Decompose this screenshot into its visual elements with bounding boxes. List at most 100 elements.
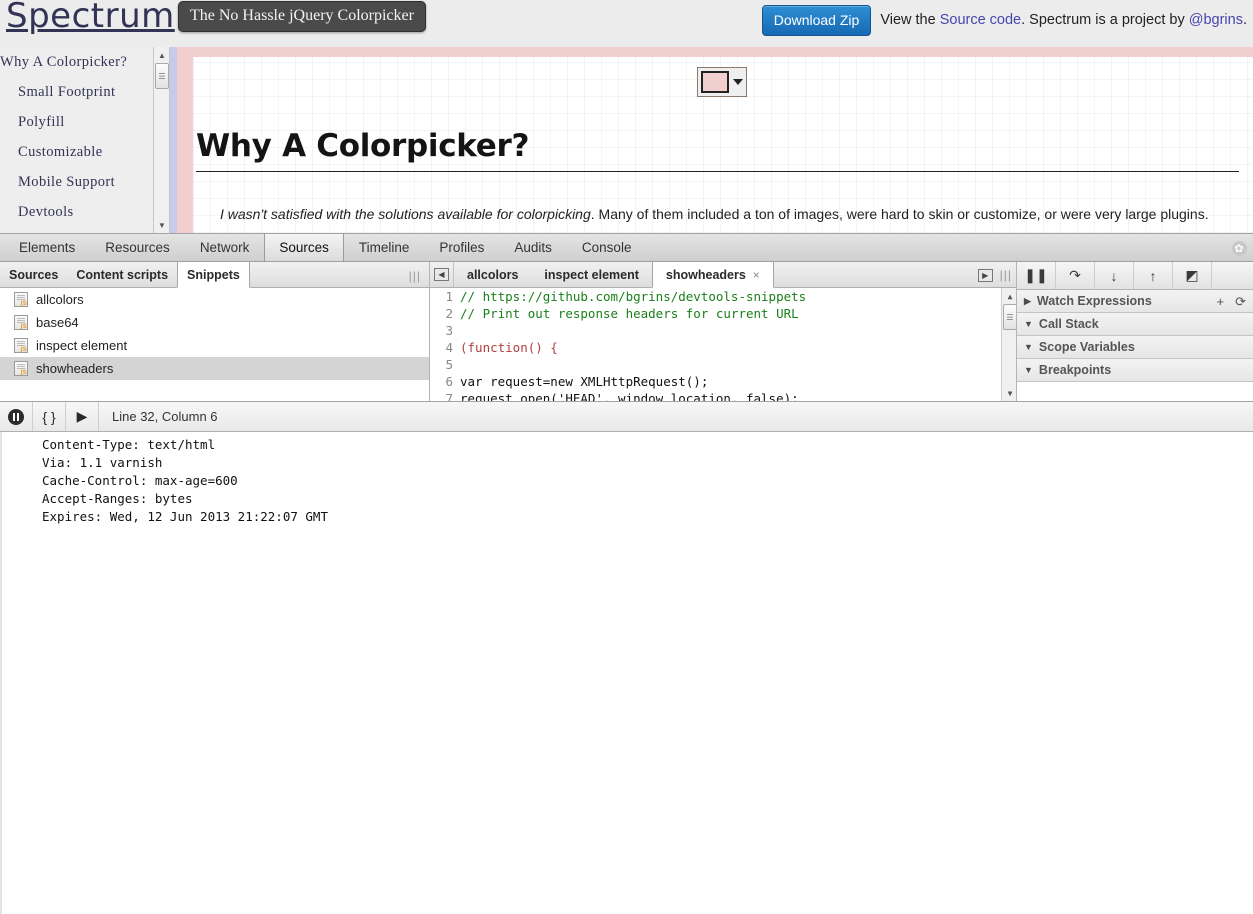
section-label: Watch Expressions <box>1036 294 1152 308</box>
scroll-up-arrow-icon[interactable]: ▲ <box>1002 288 1016 304</box>
devtools-settings-area[interactable]: ✿ <box>1227 234 1251 262</box>
line-number: 7 <box>445 391 453 401</box>
download-zip-button[interactable]: Download Zip <box>761 4 872 36</box>
bgrins-link[interactable]: @bgrins <box>1189 12 1243 28</box>
snippet-item-allcolors[interactable]: allcolors <box>0 288 429 311</box>
line-number: 3 <box>445 323 453 338</box>
editor-tabbar-actions: ▶ ||| <box>977 262 1012 288</box>
color-preview-swatch <box>701 71 729 93</box>
section-call-stack[interactable]: ▼ Call Stack <box>1017 313 1253 336</box>
sidebar-item-customizable[interactable]: Customizable <box>0 137 152 167</box>
chevron-down-icon: ▼ <box>1024 319 1033 329</box>
editor-status-bar: { } ▶ Line 32, Column 6 <box>0 402 1253 432</box>
cursor-position-label: Line 32, Column 6 <box>112 409 218 424</box>
debugger-sidebar: ❚❚ ↷ ↓ ↑ ◩ ▶ Watch Expressions + ⟳ ▼ Cal… <box>1017 262 1253 401</box>
subtab-snippets[interactable]: Snippets <box>177 262 250 288</box>
tab-timeline[interactable]: Timeline <box>344 234 425 261</box>
scrollbar-thumb[interactable]: ☰ <box>155 63 169 89</box>
pause-on-exceptions-icon[interactable] <box>0 402 33 431</box>
deactivate-breakpoints-icon[interactable]: ◩ <box>1173 262 1212 289</box>
snippet-label: inspect element <box>36 338 128 353</box>
tab-profiles[interactable]: Profiles <box>424 234 499 261</box>
pause-icon[interactable]: ❚❚ <box>1017 262 1056 289</box>
header-note-suffix: . <box>1242 12 1247 28</box>
line-number: 2 <box>445 306 453 321</box>
sidebar-item-mobile-support[interactable]: Mobile Support <box>0 167 152 197</box>
code-line: 5 <box>430 356 1016 373</box>
colorpicker-swatch-button[interactable] <box>697 67 747 97</box>
code-editor-content[interactable]: 1 // https://github.com/bgrins/devtools-s… <box>430 288 1016 401</box>
header-note-prefix: View the <box>880 12 940 28</box>
section-label: Call Stack <box>1038 317 1099 331</box>
editor-tab-inspect-element[interactable]: inspect element <box>531 262 651 287</box>
resize-grip-icon[interactable]: ||| <box>409 269 421 283</box>
header-actions: Download Zip View the Source code. Spect… <box>761 0 1247 40</box>
tab-audits[interactable]: Audits <box>499 234 567 261</box>
tab-network[interactable]: Network <box>185 234 265 261</box>
tab-sources[interactable]: Sources <box>264 234 344 261</box>
section-scope-variables[interactable]: ▼ Scope Variables <box>1017 336 1253 359</box>
sidebar-item-polyfill[interactable]: Polyfill <box>0 107 152 137</box>
add-watch-icon[interactable]: + <box>1217 294 1225 309</box>
code-line: 4 (function() { <box>430 339 1016 356</box>
refresh-icon[interactable]: ⟳ <box>1235 294 1246 310</box>
page-scrollbar[interactable]: ▲ ☰ ▼ <box>153 47 170 233</box>
snippet-item-base64[interactable]: base64 <box>0 311 429 334</box>
tab-console[interactable]: Console <box>567 234 647 261</box>
step-into-icon[interactable]: ↓ <box>1095 262 1134 289</box>
editor-tab-label: allcolors <box>467 267 519 282</box>
page-left-accent-strip <box>170 47 177 233</box>
source-code-link[interactable]: Source code <box>940 12 1021 28</box>
debugger-toolbar: ❚❚ ↷ ↓ ↑ ◩ <box>1017 262 1253 290</box>
snippet-item-inspect-element[interactable]: inspect element <box>0 334 429 357</box>
editor-tab-showheaders[interactable]: showheaders × <box>651 262 774 288</box>
scrollbar-thumb[interactable]: ☰ <box>1003 304 1016 330</box>
snippet-list: allcolors base64 inspect element showhea… <box>0 288 429 401</box>
tab-resources[interactable]: Resources <box>90 234 185 261</box>
tagline-bubble: The No Hassle jQuery Colorpicker <box>178 1 426 32</box>
javascript-file-icon <box>14 315 28 330</box>
sidebar-item-devtools[interactable]: Devtools <box>0 197 152 227</box>
step-out-icon[interactable]: ↑ <box>1134 262 1173 289</box>
editor-scrollbar[interactable]: ▲ ☰ ▼ <box>1001 288 1016 401</box>
gear-icon[interactable]: ✿ <box>1231 240 1247 256</box>
scroll-up-arrow-icon[interactable]: ▲ <box>154 47 170 63</box>
scroll-down-arrow-icon[interactable]: ▼ <box>1002 385 1016 401</box>
sidebar-item-why-a-colorpicker[interactable]: Why A Colorpicker? <box>0 47 152 77</box>
section-breakpoints[interactable]: ▼ Breakpoints <box>1017 359 1253 382</box>
line-number: 4 <box>445 340 453 355</box>
console-line: Cache-Control: max-age=600 <box>42 473 238 488</box>
console-message: Via: 1.1 varnish <box>2 454 1253 472</box>
snippet-label: allcolors <box>36 292 84 307</box>
run-snippet-icon[interactable]: ▶ <box>66 402 99 431</box>
snippet-label: base64 <box>36 315 79 330</box>
tabs-scroll-left-button[interactable]: ◀ <box>430 262 454 287</box>
section-watch-expressions[interactable]: ▶ Watch Expressions + ⟳ <box>1017 290 1253 313</box>
subtab-content-scripts[interactable]: Content scripts <box>67 262 177 287</box>
resize-grip-icon[interactable]: ||| <box>1000 268 1012 282</box>
step-over-icon[interactable]: ↷ <box>1056 262 1095 289</box>
console-line: Expires: Wed, 12 Jun 2013 21:22:07 GMT <box>42 509 328 524</box>
console-output: Content-Type: text/html Via: 1.1 varnish… <box>0 432 1253 914</box>
snippet-item-showheaders[interactable]: showheaders <box>0 357 429 380</box>
subtab-sources[interactable]: Sources <box>0 262 67 287</box>
scroll-down-arrow-icon[interactable]: ▼ <box>154 217 170 233</box>
snippet-label: showheaders <box>36 361 114 376</box>
tab-elements[interactable]: Elements <box>4 234 90 261</box>
console-message: Cache-Control: max-age=600 <box>2 472 1253 490</box>
watch-actions: + ⟳ <box>1217 290 1247 313</box>
line-text: // https://github.com/bgrins/devtools-sn… <box>460 289 807 304</box>
console-message: Accept-Ranges: bytes <box>2 490 1253 508</box>
code-line: 6 var request=new XMLHttpRequest(); <box>430 373 1016 390</box>
chevron-right-icon: ▶ <box>1024 295 1031 306</box>
pretty-print-icon[interactable]: { } <box>33 402 66 431</box>
chevron-right-icon[interactable]: ▶ <box>977 268 993 282</box>
editor-tabbar: ◀ allcolors inspect element showheaders … <box>430 262 1016 288</box>
close-icon[interactable]: × <box>753 268 760 282</box>
sidebar-item-small-footprint[interactable]: Small Footprint <box>0 77 152 107</box>
site-title[interactable]: Spectrum <box>6 0 175 36</box>
section-label: Breakpoints <box>1038 363 1112 377</box>
editor-tab-allcolors[interactable]: allcolors <box>454 262 531 287</box>
site-header: Spectrum The No Hassle jQuery Colorpicke… <box>0 0 1253 47</box>
